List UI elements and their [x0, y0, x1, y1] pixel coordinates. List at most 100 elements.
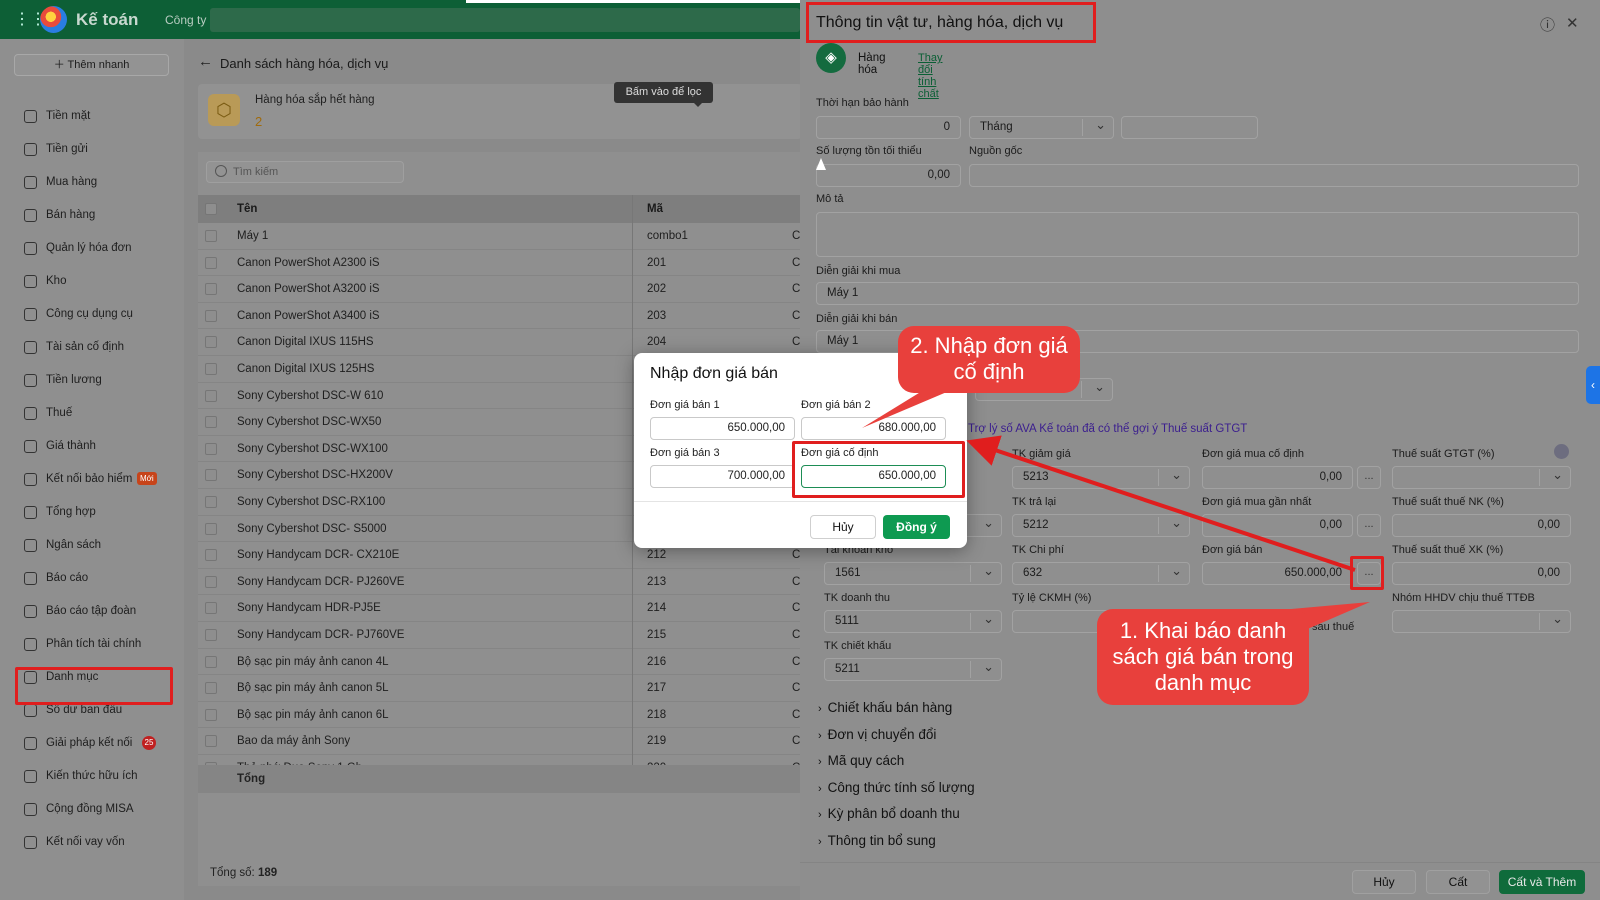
- row-checkbox[interactable]: [205, 389, 217, 402]
- stock-acc-select[interactable]: 1561: [824, 560, 1002, 585]
- row-checkbox[interactable]: [205, 602, 217, 615]
- price1-input[interactable]: 650.000,00: [650, 417, 795, 440]
- row-checkbox[interactable]: [205, 336, 217, 349]
- app-grid-icon[interactable]: ⋮⋮⋮: [14, 11, 62, 29]
- company-selector[interactable]: [210, 8, 800, 32]
- row-checkbox[interactable]: [205, 416, 217, 429]
- sell-price-input[interactable]: 650.000,00: [1202, 562, 1353, 585]
- sidebar-item-10[interactable]: Thuế: [22, 403, 182, 423]
- section-toggle-1[interactable]: › Chiết khấu bán hàng: [818, 700, 952, 715]
- warranty-unit-select[interactable]: Tháng: [969, 114, 1114, 139]
- row-checkbox[interactable]: [205, 442, 217, 455]
- sidebar-item-1[interactable]: Tiền mặt: [22, 106, 182, 126]
- row-checkbox[interactable]: [205, 283, 217, 296]
- row-checkbox[interactable]: [205, 655, 217, 668]
- section-toggle-6[interactable]: › Thông tin bổ sung: [818, 833, 936, 848]
- drawer-cancel-button[interactable]: Hủy: [1352, 870, 1416, 894]
- sidebar-item-23[interactable]: Kết nối vay vốn: [22, 832, 182, 852]
- drawer-save-button[interactable]: Cất: [1426, 870, 1490, 894]
- min-stock-input[interactable]: 0,00: [816, 164, 961, 187]
- export-tax-input[interactable]: 0,00: [1392, 562, 1571, 585]
- section-toggle-5[interactable]: › Kỳ phân bổ doanh thu: [818, 806, 960, 821]
- quick-add-button[interactable]: ＋ Thêm nhanh: [14, 54, 169, 76]
- help-icon[interactable]: ⓘ: [1540, 14, 1555, 35]
- row-checkbox[interactable]: [205, 549, 217, 562]
- sidebar-item-11[interactable]: Giá thành: [22, 436, 182, 456]
- warranty-input[interactable]: 0: [816, 116, 961, 139]
- vat-select[interactable]: [1392, 464, 1571, 489]
- sidebar-item-2[interactable]: Tiền gửi: [22, 139, 182, 159]
- table-row[interactable]: Canon PowerShot A3400 iS 203 Cl: [198, 303, 803, 330]
- price2-input[interactable]: 680.000,00: [801, 417, 946, 440]
- row-checkbox[interactable]: [205, 735, 217, 748]
- last-buy-more-button[interactable]: ...: [1357, 514, 1381, 537]
- sidebar-item-21[interactable]: Kiến thức hữu ích: [22, 766, 182, 786]
- table-row[interactable]: Bộ sạc pin máy ảnh canon 5L 217 Cl: [198, 675, 803, 702]
- sidebar-item-16[interactable]: Báo cáo tập đoàn: [22, 601, 182, 621]
- change-kind-link[interactable]: Thay đổi tính chất: [918, 52, 942, 100]
- revenue-acc-select[interactable]: 5111: [824, 608, 1002, 633]
- sidebar-item-4[interactable]: Bán hàng: [22, 205, 182, 225]
- row-checkbox[interactable]: [205, 256, 217, 269]
- fixed-buy-input[interactable]: 0,00: [1202, 466, 1353, 489]
- dialog-ok-button[interactable]: Đồng ý: [883, 515, 950, 539]
- row-checkbox[interactable]: [205, 469, 217, 482]
- search-input[interactable]: Tìm kiếm: [206, 161, 404, 183]
- sidebar-item-15[interactable]: Báo cáo: [22, 568, 182, 588]
- sidebar-item-6[interactable]: Kho: [22, 271, 182, 291]
- table-row[interactable]: Sony Handycam DCR- PJ760VE 215 Cl: [198, 622, 803, 649]
- dialog-cancel-button[interactable]: Hủy: [810, 515, 876, 539]
- table-row[interactable]: Bộ sạc pin máy ảnh canon 6L 218 Cl: [198, 702, 803, 729]
- price3-input[interactable]: 700.000,00: [650, 465, 795, 488]
- section-toggle-2[interactable]: › Đơn vị chuyển đổi: [818, 727, 936, 742]
- row-checkbox[interactable]: [205, 363, 217, 375]
- row-checkbox[interactable]: [205, 629, 217, 641]
- sidebar-item-9[interactable]: Tiền lương: [22, 370, 182, 390]
- section-toggle-4[interactable]: › Công thức tính số lượng: [818, 780, 975, 795]
- table-row[interactable]: Canon Digital IXUS 115HS 204 Cl: [198, 329, 803, 356]
- warranty-extra-input[interactable]: [1121, 116, 1258, 139]
- buy-desc-input[interactable]: Máy 1: [816, 282, 1579, 305]
- sidebar-item-3[interactable]: Mua hàng: [22, 172, 182, 192]
- origin-input[interactable]: [969, 164, 1579, 187]
- import-tax-input[interactable]: 0,00: [1392, 514, 1571, 537]
- drawer-save-add-button[interactable]: Cất và Thêm: [1499, 870, 1585, 894]
- row-checkbox[interactable]: [205, 496, 217, 508]
- sidebar-item-22[interactable]: Cộng đồng MISA: [22, 799, 182, 819]
- table-row[interactable]: Máy 1 combo1 Cl: [198, 223, 803, 250]
- row-checkbox[interactable]: [205, 682, 217, 695]
- table-row[interactable]: Sony Handycam HDR-PJ5E 214 Cl: [198, 595, 803, 622]
- return-acc-select[interactable]: 5212: [1012, 512, 1190, 537]
- table-row[interactable]: Bộ sạc pin máy ảnh canon 4L 216 Cl: [198, 649, 803, 676]
- sidebar-item-5[interactable]: Quản lý hóa đơn: [22, 238, 182, 258]
- sidebar-item-14[interactable]: Ngân sách: [22, 535, 182, 555]
- sidebar-item-8[interactable]: Tài sản cố định: [22, 337, 182, 357]
- description-input[interactable]: [816, 212, 1579, 257]
- sidebar-item-12[interactable]: Kết nối bảo hiểm Mới: [22, 469, 182, 489]
- cost-acc-select[interactable]: 632: [1012, 560, 1190, 585]
- discount2-acc-select[interactable]: 5211: [824, 656, 1002, 681]
- sidebar-item-17[interactable]: Phân tích tài chính: [22, 634, 182, 654]
- fixed-buy-more-button[interactable]: ...: [1357, 466, 1381, 489]
- table-row[interactable]: Bao da máy ảnh Sony 219 Cl: [198, 728, 803, 755]
- table-row[interactable]: Canon PowerShot A2300 iS 201 Cl: [198, 250, 803, 277]
- close-icon[interactable]: ✕: [1566, 14, 1579, 32]
- ava-hint[interactable]: Trợ lý số AVA Kế toán đã có thể gợi ý Th…: [951, 421, 1247, 436]
- table-row[interactable]: Sony Handycam DCR- PJ260VE 213 Cl: [198, 569, 803, 596]
- table-row[interactable]: Canon PowerShot A3200 iS 202 Cl: [198, 276, 803, 303]
- sidebar-item-20[interactable]: Giải pháp kết nối 25: [22, 733, 182, 753]
- row-checkbox[interactable]: [205, 230, 217, 242]
- row-checkbox[interactable]: [205, 708, 217, 721]
- sidebar-item-13[interactable]: Tổng hợp: [22, 502, 182, 522]
- discount-acc-select[interactable]: 5213: [1012, 464, 1190, 489]
- ava-avatar-icon[interactable]: [1554, 444, 1569, 459]
- back-arrow-icon[interactable]: ←: [198, 53, 213, 70]
- row-checkbox[interactable]: [205, 575, 217, 588]
- section-toggle-3[interactable]: › Mã quy cách: [818, 753, 904, 768]
- row-checkbox[interactable]: [205, 309, 217, 322]
- row-checkbox[interactable]: [205, 522, 217, 535]
- select-all-checkbox[interactable]: [205, 203, 217, 215]
- last-buy-input[interactable]: 0,00: [1202, 514, 1353, 537]
- sidebar-item-7[interactable]: Công cụ dụng cụ: [22, 304, 182, 324]
- side-panel-toggle[interactable]: ‹: [1586, 366, 1600, 404]
